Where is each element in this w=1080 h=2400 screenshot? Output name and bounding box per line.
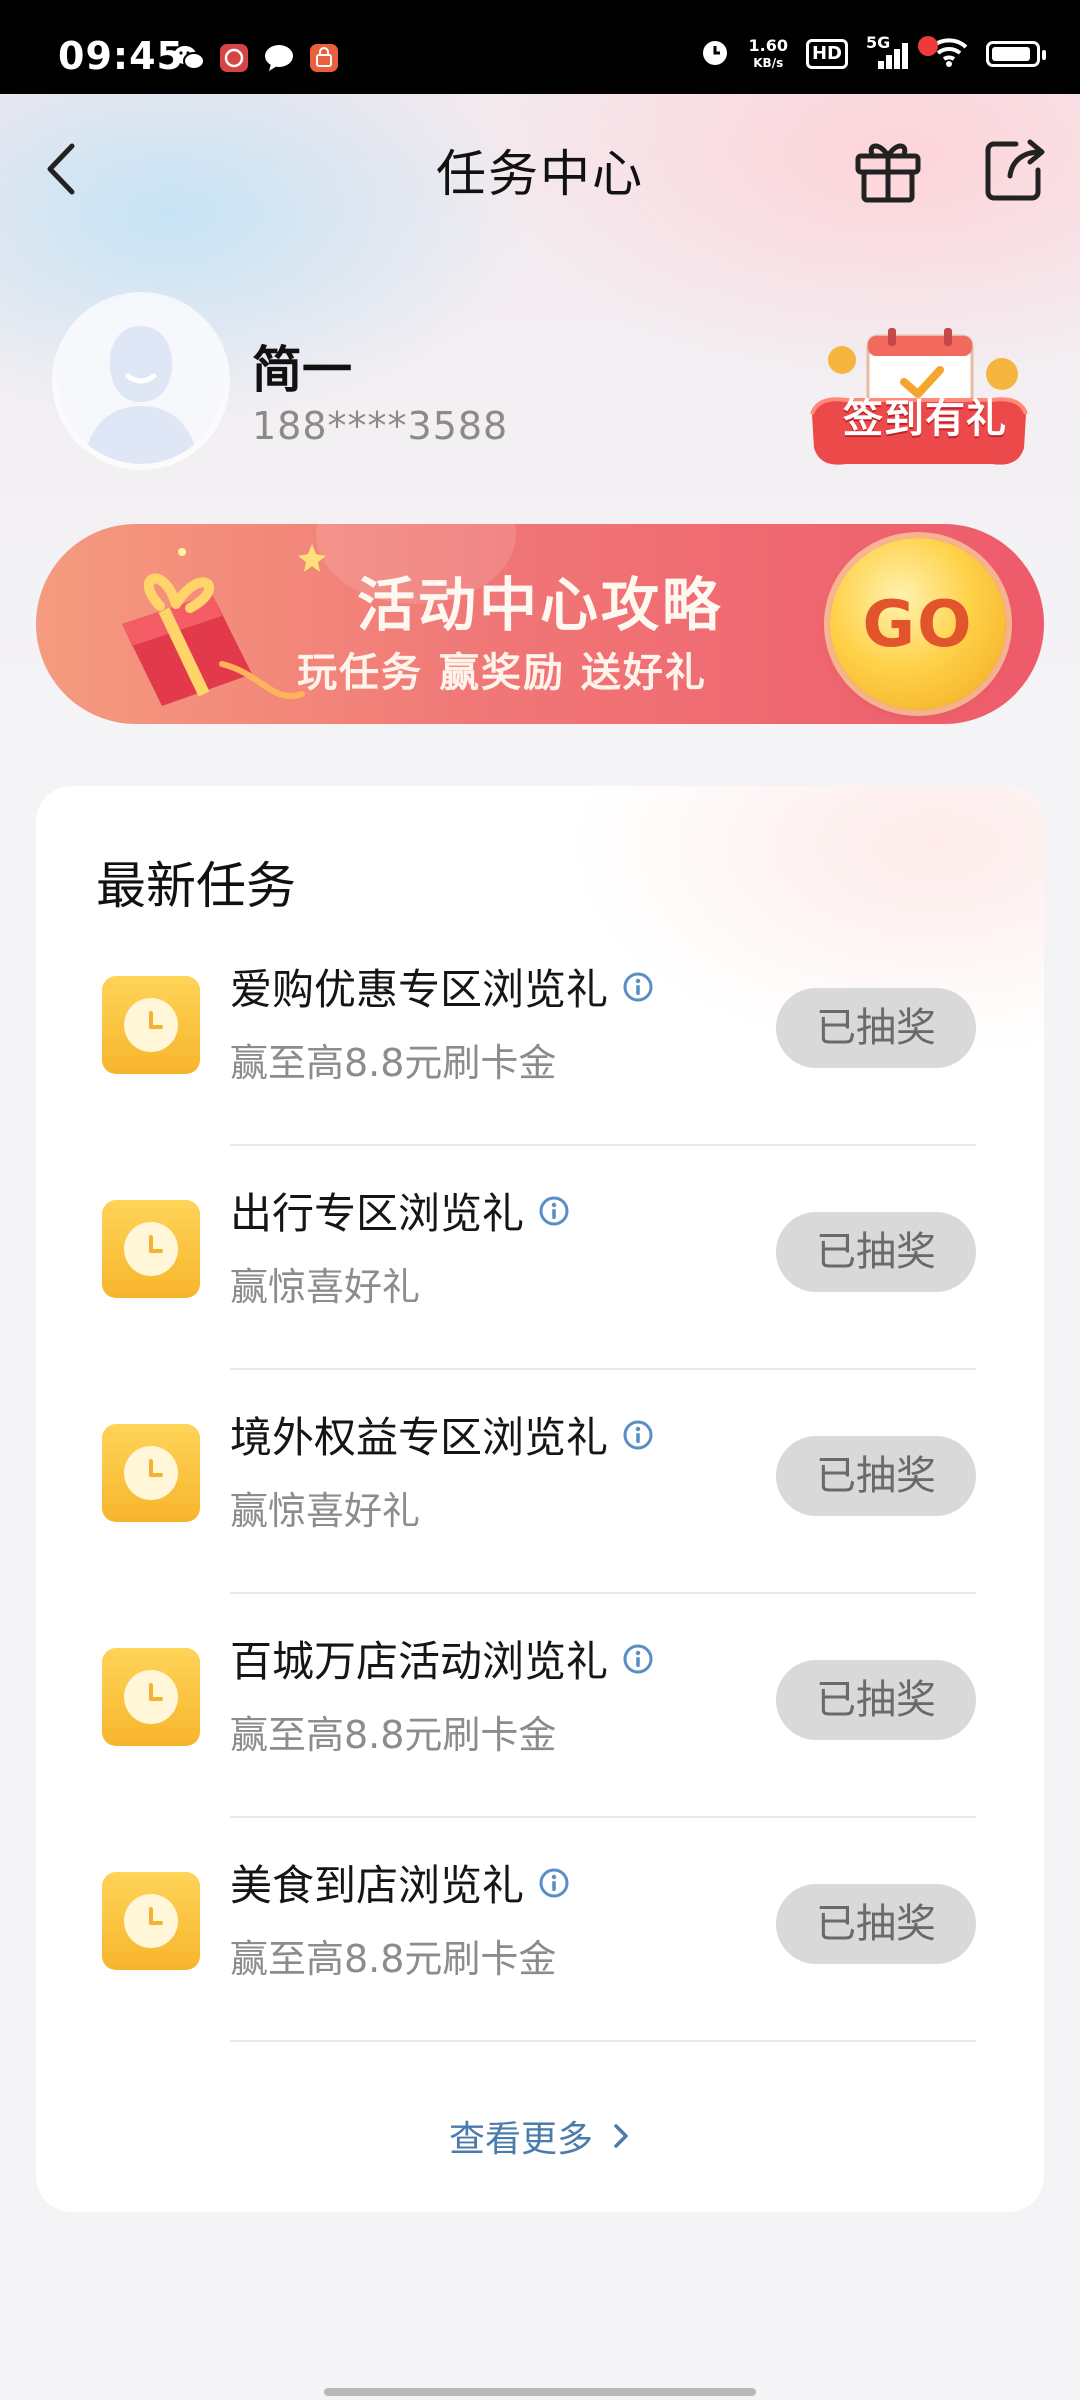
clock-icon	[102, 1872, 200, 1970]
home-indicator[interactable]	[324, 2388, 756, 2396]
info-icon[interactable]	[622, 1419, 654, 1451]
info-icon[interactable]	[538, 1195, 570, 1227]
task-title-row: 美食到店浏览礼	[230, 1852, 570, 1913]
notification-dot	[918, 36, 938, 56]
info-icon[interactable]	[622, 1643, 654, 1675]
info-icon[interactable]	[538, 1867, 570, 1899]
view-more-label: 查看更多	[448, 2119, 593, 2160]
task-description: 赢惊喜好礼	[230, 1265, 421, 1309]
hd-badge: HD	[805, 39, 848, 69]
go-button[interactable]: GO	[830, 538, 1006, 710]
task-status-button[interactable]: 已抽奖	[776, 1660, 976, 1740]
task-title: 爱购优惠专区浏览礼	[230, 965, 609, 1014]
task-row[interactable]: 境外权益专区浏览礼 赢惊喜好礼 已抽奖	[36, 1370, 1044, 1594]
task-status-button[interactable]: 已抽奖	[776, 1436, 976, 1516]
task-description: 赢至高8.8元刷卡金	[230, 1713, 557, 1757]
task-description: 赢至高8.8元刷卡金	[230, 1041, 557, 1085]
task-title: 美食到店浏览礼	[230, 1861, 525, 1910]
task-title-row: 爱购优惠专区浏览礼	[230, 956, 654, 1017]
task-title: 出行专区浏览礼	[230, 1189, 525, 1238]
section-title: 最新任务	[96, 857, 296, 915]
task-status-button[interactable]: 已抽奖	[776, 1884, 976, 1964]
task-row[interactable]: 美食到店浏览礼 赢至高8.8元刷卡金 已抽奖	[36, 1818, 1044, 2042]
task-title: 百城万店活动浏览礼	[230, 1637, 609, 1686]
clock-icon	[102, 976, 200, 1074]
task-row[interactable]: 百城万店活动浏览礼 赢至高8.8元刷卡金 已抽奖	[36, 1594, 1044, 1818]
latest-tasks-card: 最新任务 爱购优惠专区浏览礼 赢至高8.8元刷卡金 已抽奖 出行专区浏览礼 赢惊…	[36, 786, 1044, 2212]
clock-icon	[102, 1424, 200, 1522]
task-row[interactable]: 爱购优惠专区浏览礼 赢至高8.8元刷卡金 已抽奖	[36, 922, 1044, 1146]
share-button[interactable]	[980, 132, 1050, 204]
info-icon[interactable]	[622, 971, 654, 1003]
task-title-row: 境外权益专区浏览礼	[230, 1404, 654, 1465]
clock-icon	[102, 1200, 200, 1298]
task-title: 境外权益专区浏览礼	[230, 1413, 609, 1462]
task-title-row: 百城万店活动浏览礼	[230, 1628, 654, 1689]
chevron-right-icon	[614, 2124, 628, 2148]
divider	[230, 2040, 976, 2042]
task-status-button[interactable]: 已抽奖	[776, 1212, 976, 1292]
checkin-label: 签到有礼	[843, 396, 1007, 442]
task-description: 赢惊喜好礼	[230, 1489, 421, 1533]
network-speed: 1.60 KB/s	[748, 35, 788, 70]
clock-icon	[102, 1648, 200, 1746]
status-time: 09:45	[58, 34, 184, 78]
alarm-icon	[699, 36, 731, 72]
shopping-app-icon	[308, 42, 340, 74]
gift-button[interactable]	[850, 130, 926, 206]
share-icon	[985, 139, 1045, 201]
task-description: 赢至高8.8元刷卡金	[230, 1937, 557, 1981]
battery-icon	[986, 41, 1046, 67]
task-row[interactable]: 出行专区浏览礼 赢惊喜好礼 已抽奖	[36, 1146, 1044, 1370]
top-navigation-bar: 任务中心	[0, 94, 1080, 244]
task-title-row: 出行专区浏览礼	[230, 1180, 570, 1241]
avatar[interactable]	[58, 298, 224, 464]
signal-icon: 5G	[866, 33, 912, 71]
task-status-button[interactable]: 已抽奖	[776, 988, 976, 1068]
gift-icon	[855, 143, 921, 203]
user-name: 简一	[252, 341, 352, 399]
user-phone: 188****3588	[252, 404, 509, 448]
wechat-icon	[172, 42, 206, 74]
app-notification-icon	[218, 42, 250, 74]
default-avatar-icon	[58, 298, 224, 464]
go-label: GO	[862, 588, 974, 662]
message-icon	[262, 42, 296, 74]
view-more-link[interactable]: 查看更多	[36, 2110, 1044, 2162]
